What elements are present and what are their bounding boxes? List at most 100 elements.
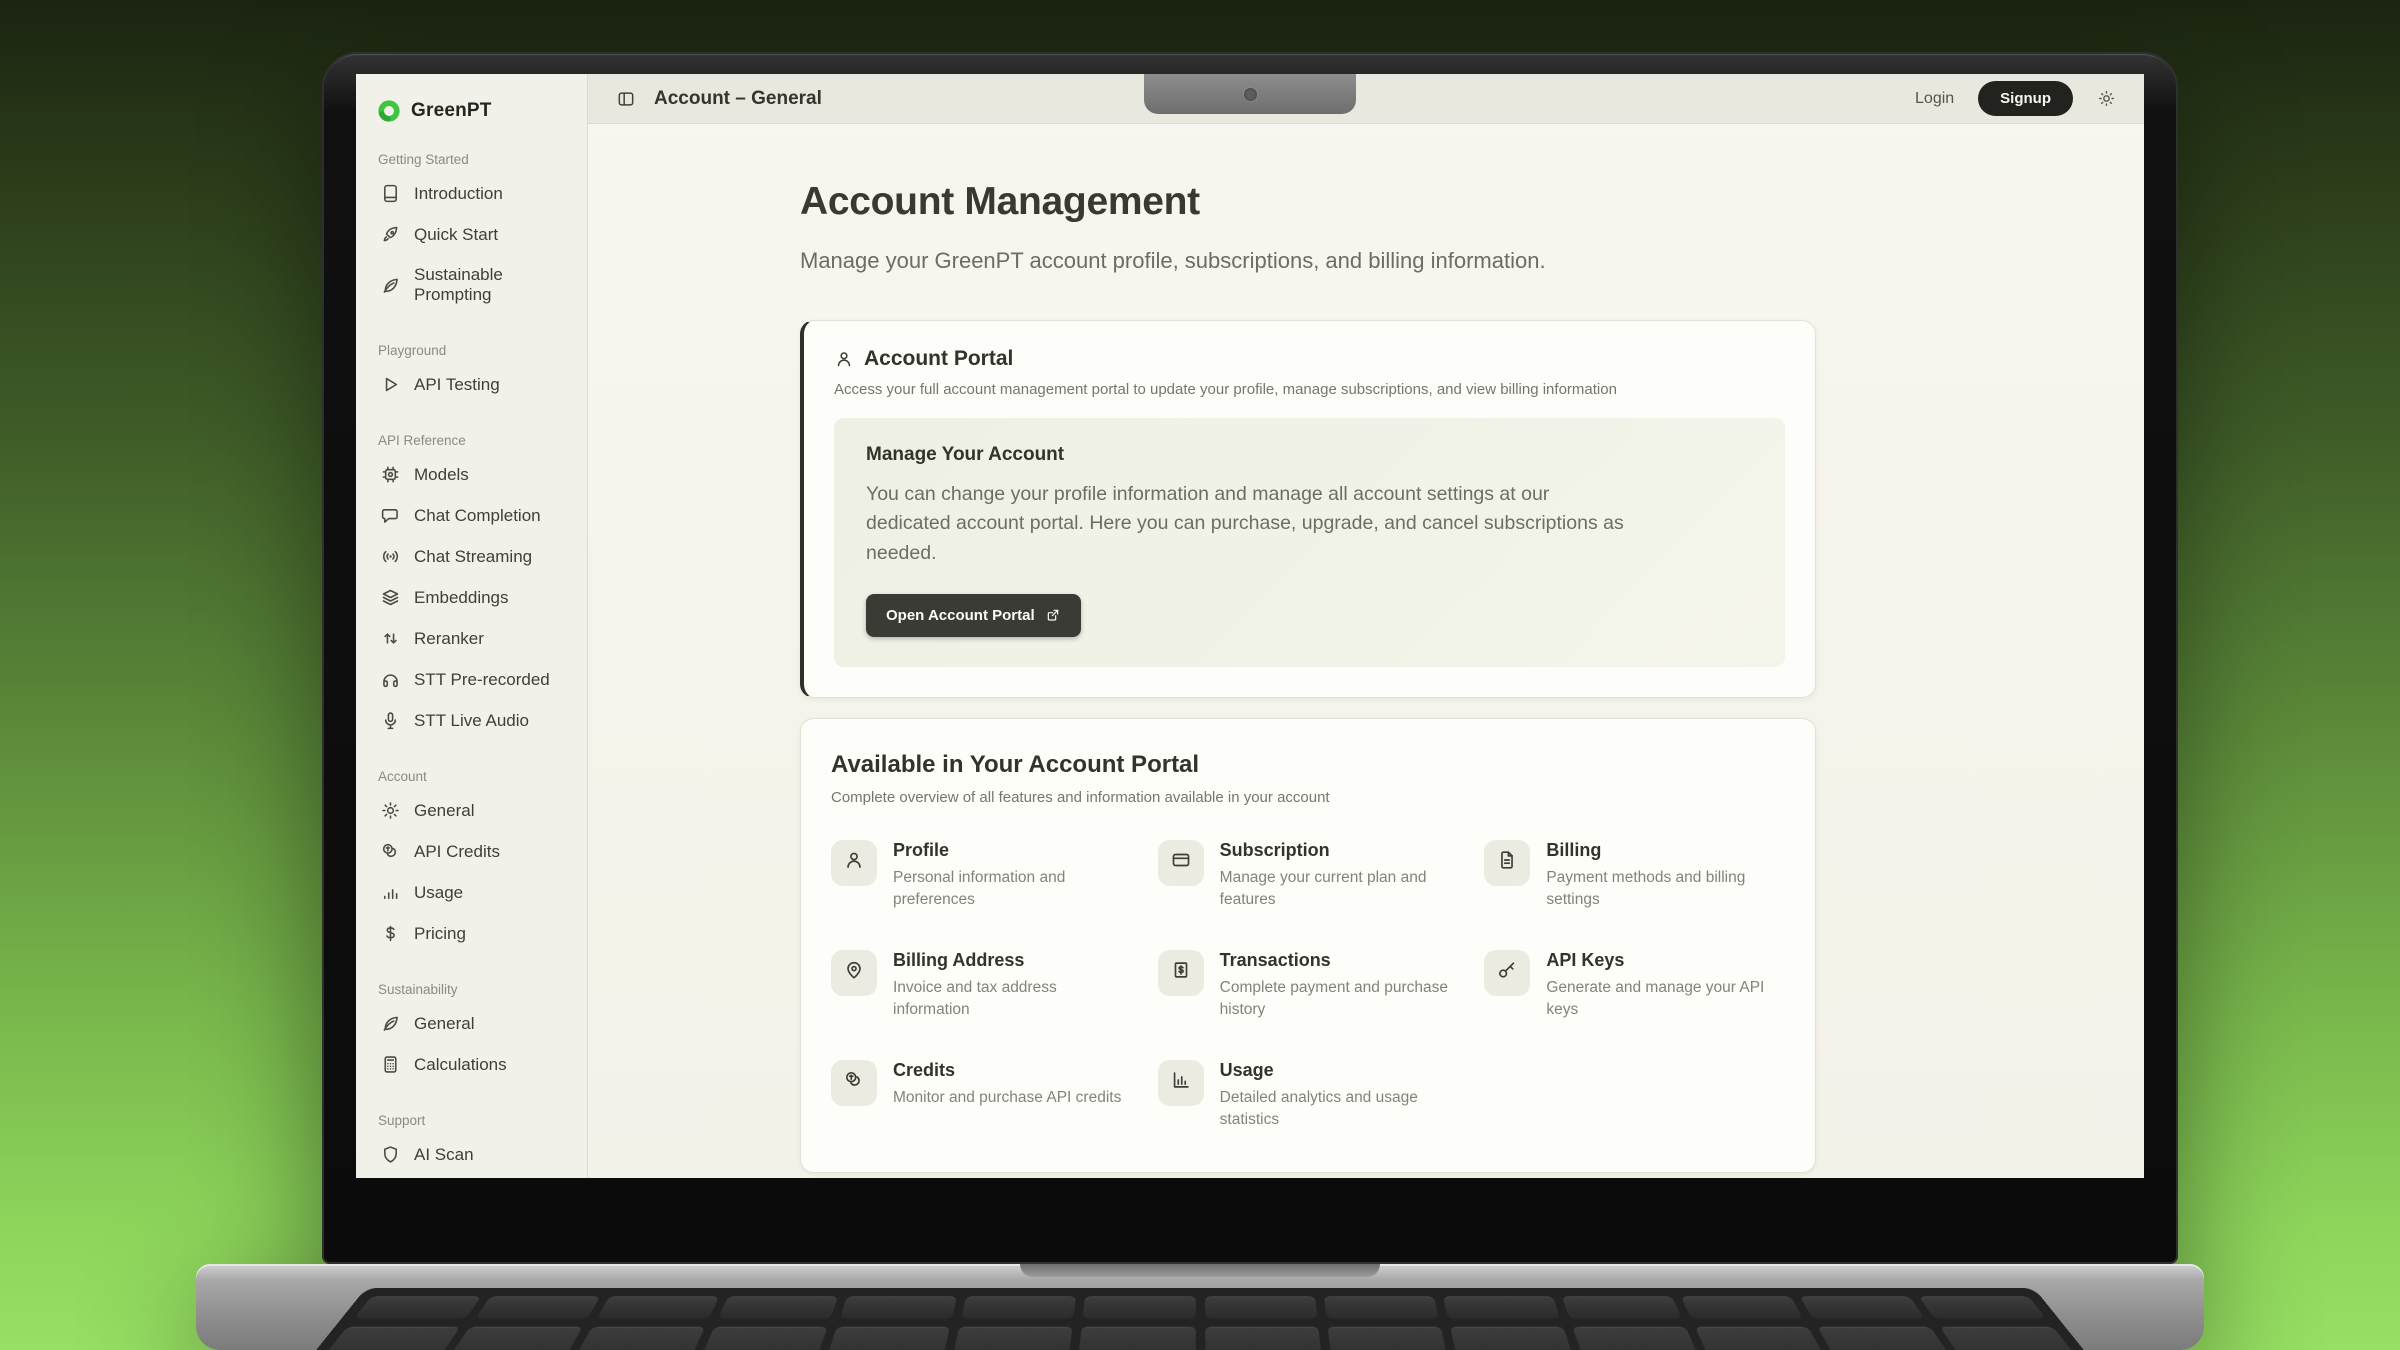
feature-billing: Billing Payment methods and billing sett…	[1484, 840, 1785, 912]
open-account-portal-button[interactable]: Open Account Portal	[866, 594, 1081, 637]
person-icon	[834, 349, 854, 369]
feature-description: Generate and manage your API keys	[1546, 977, 1785, 1022]
sidebar-section-label: Getting Started	[378, 152, 575, 167]
chip-icon	[380, 464, 401, 485]
sidebar-item-label: API Credits	[414, 842, 500, 862]
greenpt-logo-icon	[376, 98, 402, 124]
sidebar-item-api-testing[interactable]: API Testing	[374, 364, 575, 405]
sidebar: GreenPT Getting Started Introduction Qui…	[356, 74, 588, 1178]
chat-icon	[380, 505, 401, 526]
coins-icon	[843, 1069, 865, 1096]
sidebar-item-label: Sustainable Prompting	[414, 265, 569, 305]
account-portal-card: Account Portal Access your full account …	[800, 320, 1816, 698]
layers-icon	[380, 587, 401, 608]
signup-button[interactable]: Signup	[1978, 81, 2073, 116]
sort-icon	[380, 628, 401, 649]
content-column: Account Management Manage your GreenPT a…	[800, 180, 1816, 1178]
panel-left-icon[interactable]	[616, 89, 636, 109]
sidebar-item-pricing[interactable]: Pricing	[374, 913, 575, 954]
sidebar-item-label: API Testing	[414, 375, 500, 395]
sidebar-item-label: Chat Streaming	[414, 547, 532, 567]
keyboard-key	[1324, 1296, 1439, 1318]
sidebar-section-label: Playground	[378, 343, 575, 358]
keyboard-key	[1695, 1327, 1831, 1350]
sidebar-item-ai-scan[interactable]: AI Scan	[374, 1134, 575, 1175]
sidebar-section-label: Account	[378, 769, 575, 784]
sidebar-section-label: Sustainability	[378, 982, 575, 997]
brand[interactable]: GreenPT	[374, 94, 575, 124]
laptop-notch	[1144, 74, 1356, 114]
leaf-icon	[380, 275, 401, 296]
feature-title: Usage	[1220, 1060, 1459, 1081]
leaf-icon	[380, 1013, 401, 1034]
login-link[interactable]: Login	[1915, 90, 1954, 108]
feature-description: Payment methods and billing settings	[1546, 867, 1785, 912]
sidebar-item-introduction[interactable]: Introduction	[374, 173, 575, 214]
account-portal-title: Account Portal	[864, 347, 1013, 371]
sidebar-item-quick-start[interactable]: Quick Start	[374, 214, 575, 255]
gear-icon	[380, 800, 401, 821]
sidebar-item-general[interactable]: General	[374, 790, 575, 831]
feature-description: Manage your current plan and features	[1220, 867, 1459, 912]
feature-icon-tile	[1484, 950, 1530, 996]
keyboard-key	[718, 1296, 838, 1318]
sidebar-item-calculations[interactable]: Calculations	[374, 1044, 575, 1085]
sidebar-item-stt-pre-recorded[interactable]: STT Pre-recorded	[374, 659, 575, 700]
feature-description: Monitor and purchase API credits	[893, 1087, 1121, 1109]
sidebar-item-general[interactable]: General	[374, 1003, 575, 1044]
sidebar-section-account: Account General API Credits Usage Pricin…	[374, 769, 575, 954]
feature-icon-tile	[831, 840, 877, 886]
feature-icon-tile	[1484, 840, 1530, 886]
sun-icon[interactable]	[2097, 89, 2116, 108]
sidebar-item-chat-completion[interactable]: Chat Completion	[374, 495, 575, 536]
keyboard-key	[597, 1296, 720, 1318]
sidebar-nav: Getting Started Introduction Quick Start…	[374, 152, 575, 1175]
feature-description: Invoice and tax address information	[893, 977, 1132, 1022]
feature-icon-tile	[831, 950, 877, 996]
sidebar-item-api-credits[interactable]: API Credits	[374, 831, 575, 872]
sidebar-item-chat-streaming[interactable]: Chat Streaming	[374, 536, 575, 577]
calculator-icon	[380, 1054, 401, 1075]
sidebar-item-usage[interactable]: Usage	[374, 872, 575, 913]
key-icon	[1496, 959, 1518, 986]
feature-icon-tile	[1158, 840, 1204, 886]
sidebar-item-embeddings[interactable]: Embeddings	[374, 577, 575, 618]
keyboard-key	[1078, 1327, 1196, 1350]
available-features-title: Available in Your Account Portal	[831, 751, 1785, 779]
main-area: Account – General Login Signup Account M…	[588, 74, 2144, 1178]
sidebar-item-label: General	[414, 1014, 474, 1034]
feature-icon-tile	[1158, 1060, 1204, 1106]
manage-account-body: You can change your profile information …	[866, 480, 1626, 568]
laptop-screen: GreenPT Getting Started Introduction Qui…	[322, 52, 2178, 1264]
person-icon	[843, 849, 865, 876]
feature-description: Complete payment and purchase history	[1220, 977, 1459, 1022]
feature-credits: Credits Monitor and purchase API credits	[831, 1060, 1132, 1132]
topbar-actions: Login Signup	[1915, 81, 2116, 116]
account-portal-card-header: Account Portal	[834, 347, 1785, 371]
feature-title: Billing Address	[893, 950, 1132, 971]
bars-icon	[380, 882, 401, 903]
headphones-icon	[380, 669, 401, 690]
laptop-base	[196, 1264, 2204, 1350]
keyboard-key	[1562, 1296, 1682, 1318]
content-scroll-area[interactable]: Account Management Manage your GreenPT a…	[588, 124, 2144, 1178]
sidebar-item-models[interactable]: Models	[374, 454, 575, 495]
keyboard-key	[1443, 1296, 1560, 1318]
sidebar-item-sustainable-prompting[interactable]: Sustainable Prompting	[374, 255, 575, 315]
sidebar-item-stt-live-audio[interactable]: STT Live Audio	[374, 700, 575, 741]
sidebar-item-reranker[interactable]: Reranker	[374, 618, 575, 659]
keyboard-key	[1817, 1327, 1958, 1350]
feature-title: Credits	[893, 1060, 1121, 1081]
keyboard-key	[1205, 1327, 1323, 1350]
sidebar-item-label: Reranker	[414, 629, 484, 649]
keyboard-key	[1083, 1296, 1195, 1318]
feature-usage: Usage Detailed analytics and usage stati…	[1158, 1060, 1459, 1132]
feature-title: Transactions	[1220, 950, 1459, 971]
mic-icon	[380, 710, 401, 731]
feature-description: Personal information and preferences	[893, 867, 1132, 912]
keyboard-key	[475, 1296, 600, 1318]
feature-title: Profile	[893, 840, 1132, 861]
keyboard-key	[442, 1327, 583, 1350]
feature-transactions: Transactions Complete payment and purcha…	[1158, 950, 1459, 1022]
manage-account-panel: Manage Your Account You can change your …	[834, 418, 1785, 667]
